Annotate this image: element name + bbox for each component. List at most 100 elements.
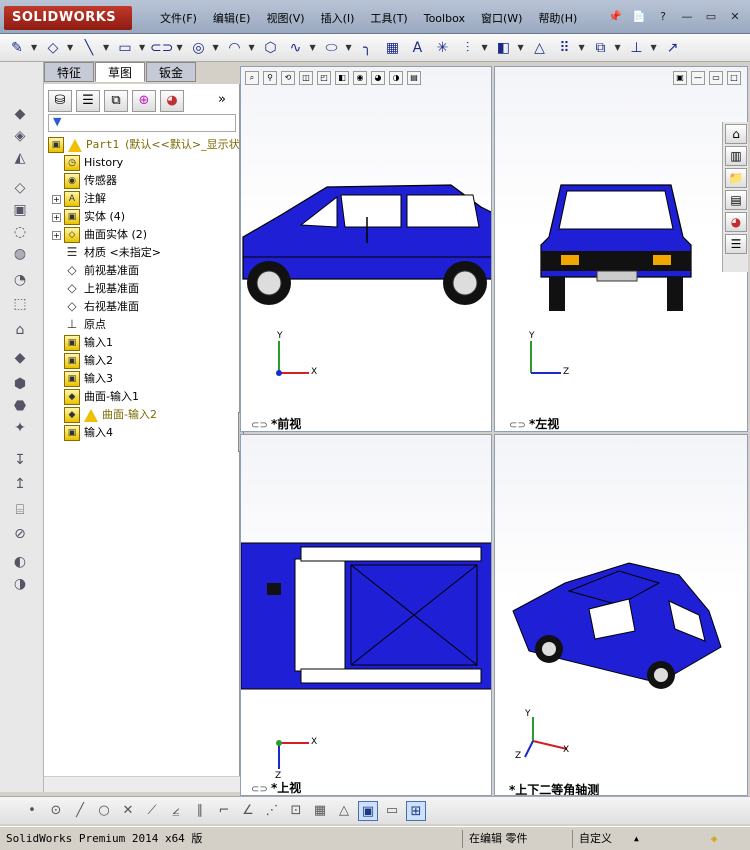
relations-icon[interactable]: ⊥	[625, 37, 647, 59]
chevron-down-icon[interactable]: ▼	[517, 43, 525, 52]
dome-icon[interactable]: ↥	[10, 474, 30, 494]
rectangle-icon[interactable]: ▭	[114, 37, 136, 59]
view-settings-icon[interactable]: ▤	[407, 71, 421, 85]
wireframe-icon[interactable]: ▭	[382, 801, 402, 821]
hide-show-icon[interactable]: ◉	[353, 71, 367, 85]
configuration-manager-icon[interactable]: ⧉	[104, 90, 128, 112]
smart-dimension-icon[interactable]: ◇	[42, 37, 64, 59]
polygon-icon[interactable]: ⬡	[259, 37, 281, 59]
tree-item[interactable]: ◉ 传感器	[64, 172, 117, 190]
chevron-down-icon[interactable]: ▼	[103, 43, 111, 52]
extrude-cut-icon[interactable]: ◇	[10, 178, 30, 198]
intersect-icon[interactable]: ⊘	[10, 524, 30, 544]
fillet-icon[interactable]: ╮	[356, 37, 378, 59]
spline-icon[interactable]: ∿	[284, 37, 306, 59]
menu-window[interactable]: 窗口(W)	[473, 10, 530, 28]
expand-panel-icon[interactable]: »	[210, 90, 234, 112]
chevron-down-icon[interactable]: ▼	[67, 43, 75, 52]
hole-icon[interactable]: ▣	[10, 200, 30, 220]
tree-item[interactable]: + ▣ 实体 (4)	[52, 208, 125, 226]
convert-entities-icon[interactable]: ◧	[492, 37, 514, 59]
tree-item[interactable]: ▣ 输入3	[64, 370, 113, 388]
view-palette-icon[interactable]: ▤	[725, 190, 747, 210]
expand-icon[interactable]: +	[52, 212, 61, 222]
curves-icon[interactable]: ✦	[10, 418, 30, 438]
chevron-down-icon[interactable]: ▼	[31, 43, 39, 52]
expand-icon[interactable]: +	[52, 230, 61, 240]
pin-icon[interactable]: 📌	[604, 8, 626, 26]
line-icon[interactable]: ╱	[70, 801, 90, 821]
chevron-down-icon[interactable]: ▼	[481, 43, 489, 52]
chevron-down-icon[interactable]: ▼	[176, 43, 184, 52]
menu-help[interactable]: 帮助(H)	[530, 10, 585, 28]
tab-features[interactable]: 特征	[44, 62, 95, 82]
move-entities-icon[interactable]: ⧉	[589, 37, 611, 59]
point-icon[interactable]: ✳	[431, 37, 453, 59]
chevron-down-icon[interactable]: ▼	[309, 43, 317, 52]
tree-item[interactable]: ◆ 曲面-输入2	[64, 406, 157, 424]
sweep-icon[interactable]: ◭	[10, 148, 30, 168]
arc-icon[interactable]: ◠	[223, 37, 245, 59]
fillet-icon[interactable]: ◔	[10, 270, 30, 290]
chevron-down-icon[interactable]: ▼	[212, 43, 220, 52]
solidworks-logo[interactable]: SOLIDWORKS	[4, 6, 132, 30]
menu-toolbox[interactable]: Toolbox	[416, 10, 473, 28]
dimxpert-icon[interactable]: ⊕	[132, 90, 156, 112]
viewport-minimize-icon[interactable]: —	[691, 71, 705, 85]
tangent-icon[interactable]: ⟋	[142, 801, 162, 821]
menu-tools[interactable]: 工具(T)	[362, 10, 415, 28]
new-document-icon[interactable]: 📄	[628, 8, 650, 26]
circle-icon[interactable]: ○	[94, 801, 114, 821]
tree-item[interactable]: ▣ 输入1	[64, 334, 113, 352]
display-style-icon[interactable]: ◧	[335, 71, 349, 85]
shell-icon[interactable]: ◆	[10, 348, 30, 368]
display-manager-icon[interactable]: ◕	[160, 90, 184, 112]
circle-icon[interactable]: ◎	[187, 37, 209, 59]
chevron-down-icon[interactable]: ▼	[614, 43, 622, 52]
line-icon[interactable]: ╲	[78, 37, 100, 59]
zoom-to-fit-icon[interactable]: ⌕	[245, 71, 259, 85]
extrude-boss-icon[interactable]: ◆	[10, 104, 30, 124]
zoom-area-icon[interactable]: ⚲	[263, 71, 277, 85]
snap-icon[interactable]: ⊡	[286, 801, 306, 821]
combine-icon[interactable]: ◑	[10, 574, 30, 594]
tab-sheet-metal[interactable]: 钣金	[146, 62, 197, 82]
chevron-down-icon[interactable]: ▼	[248, 43, 256, 52]
tree-item[interactable]: ☰ 材质 <未指定>	[64, 244, 161, 262]
tree-item[interactable]: ◇ 右视基准面	[64, 298, 139, 316]
revolve-cut-icon[interactable]: ◌	[10, 222, 30, 242]
menu-view[interactable]: 视图(V)	[258, 10, 312, 28]
four-view-icon[interactable]: ⊞	[406, 800, 426, 821]
menu-file[interactable]: 文件(F)	[152, 10, 205, 28]
restore-button[interactable]: ▭	[700, 8, 722, 26]
shaded-icon[interactable]: △	[334, 801, 354, 821]
rebuild-icon[interactable]: ◈	[705, 830, 724, 848]
tree-item[interactable]: ◇ 前视基准面	[64, 262, 139, 280]
tree-item[interactable]: ▣ 输入4	[64, 424, 113, 442]
menu-edit[interactable]: 编辑(E)	[205, 10, 259, 28]
revolve-icon[interactable]: ◈	[10, 126, 30, 146]
sweep-cut-icon[interactable]: ◍	[10, 244, 30, 264]
scene-icon[interactable]: ◑	[389, 71, 403, 85]
property-manager-icon[interactable]: ☰	[76, 90, 100, 112]
viewport-left[interactable]: ▣ — ▭ □ Y Z ⊂⊃ *左视	[494, 66, 748, 432]
file-explorer-icon[interactable]: 📁	[725, 168, 747, 188]
solidworks-resources-icon[interactable]: ⌂	[725, 124, 747, 144]
tree-item[interactable]: + ◇ 曲面实体 (2)	[52, 226, 147, 244]
tree-item[interactable]: ⊥ 原点	[64, 316, 106, 334]
wrap-icon[interactable]: ⬢	[10, 374, 30, 394]
rib-icon[interactable]: ⌂	[10, 320, 30, 340]
tree-horizontal-scrollbar[interactable]	[44, 776, 240, 792]
tree-item[interactable]: ◇ 上视基准面	[64, 280, 139, 298]
instant3d-icon[interactable]: ↧	[10, 450, 30, 470]
shaded-with-edges-icon[interactable]: ▣	[358, 800, 378, 821]
minimize-button[interactable]: —	[676, 8, 698, 26]
appearances-icon[interactable]: ◕	[725, 212, 747, 232]
pattern-icon[interactable]: ⠿	[553, 37, 575, 59]
expand-icon[interactable]: +	[52, 194, 61, 204]
chevron-down-icon[interactable]: ▼	[139, 43, 147, 52]
sketch-icon[interactable]: ✎	[6, 37, 28, 59]
grid-icon[interactable]: ▦	[310, 801, 330, 821]
slot-icon[interactable]: ⊂⊃	[150, 37, 173, 59]
menu-insert[interactable]: 插入(I)	[313, 10, 363, 28]
